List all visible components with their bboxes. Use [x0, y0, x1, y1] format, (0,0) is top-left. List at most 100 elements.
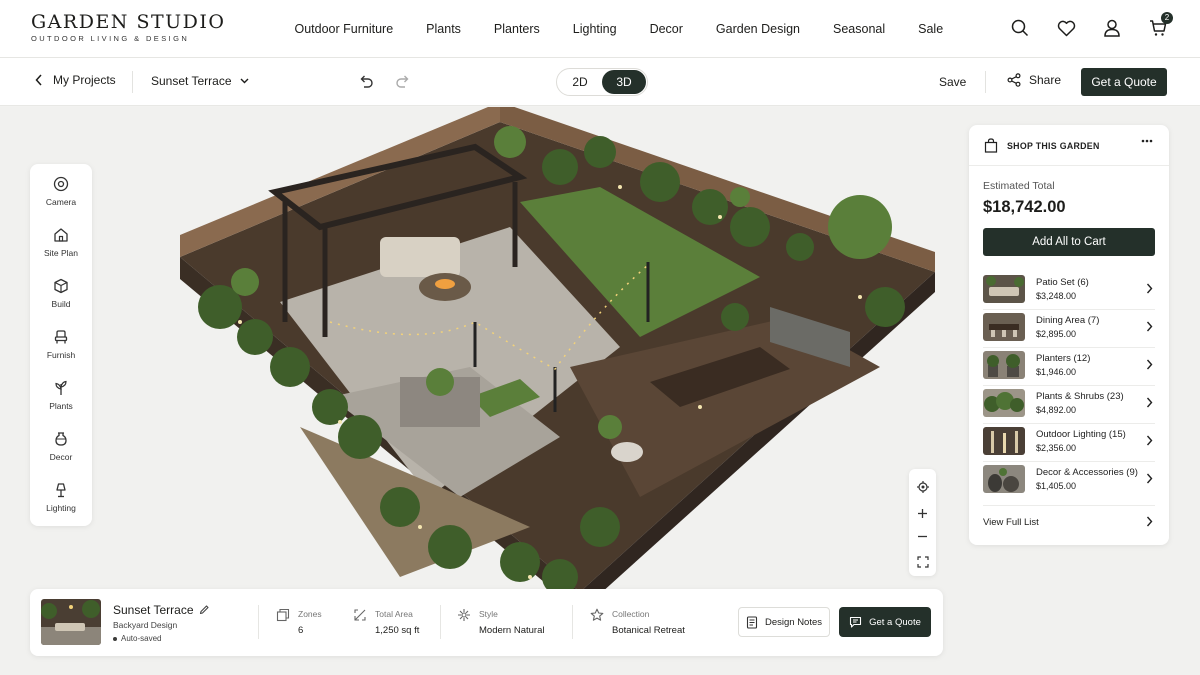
view-3d-button[interactable]: 3D [602, 70, 646, 94]
divider [983, 423, 1155, 424]
nav-item-lighting[interactable]: Lighting [556, 22, 633, 36]
heart-icon[interactable] [1056, 16, 1076, 40]
design-tools-panel: Camera Site Plan Build Furnish Plants De… [30, 164, 92, 526]
pencil-icon[interactable] [199, 604, 210, 615]
viewport-controls [909, 469, 936, 576]
shop-item-name: Planters (12) [1036, 353, 1091, 364]
tool-lighting[interactable]: Lighting [30, 482, 92, 513]
shop-item-name: Decor & Accessories (9) [1036, 467, 1138, 478]
view-2d-button[interactable]: 2D [558, 70, 602, 94]
shop-item-decor-accessories[interactable]: Decor & Accessories (9) $1,405.00 [983, 465, 1155, 495]
share-icon [1007, 73, 1021, 87]
get-quote-label: Get a Quote [869, 616, 921, 628]
autosave-status: Auto-saved [113, 634, 161, 643]
nav-item-decor[interactable]: Decor [633, 22, 699, 36]
product-thumbnail [983, 275, 1025, 303]
divider [572, 605, 573, 639]
cart-icon[interactable]: 2 [1148, 12, 1173, 40]
shop-item-price: $4,892.00 [1036, 405, 1077, 415]
stat-label: Style [479, 609, 498, 619]
design-notes-button[interactable]: Design Notes [738, 607, 830, 637]
nav-item-outdoor-furniture[interactable]: Outdoor Furniture [278, 22, 410, 36]
tool-label: Build [51, 299, 71, 309]
shop-item-name: Outdoor Lighting (15) [1036, 429, 1126, 440]
product-thumbnail [983, 389, 1025, 417]
layers-icon [276, 608, 290, 622]
view-full-list-label: View Full List [983, 517, 1039, 528]
chevron-right-icon [1146, 321, 1153, 332]
nav-item-seasonal[interactable]: Seasonal [817, 22, 902, 36]
back-to-projects-link[interactable]: My Projects [35, 73, 116, 87]
estimated-total-label: Estimated Total [983, 180, 1055, 192]
recenter-icon[interactable] [909, 475, 936, 499]
get-quote-button[interactable]: Get a Quote [839, 607, 931, 637]
project-subtitle: Backyard Design [113, 620, 178, 630]
shop-this-garden-panel: SHOP THIS GARDEN Estimated Total $18,742… [969, 125, 1169, 545]
tool-build[interactable]: Build [30, 278, 92, 309]
more-options-icon[interactable] [1141, 139, 1153, 143]
logo-tagline: OUTDOOR LIVING & DESIGN [31, 34, 190, 43]
stat-value: 6 [298, 625, 304, 636]
chevron-right-icon [1146, 397, 1153, 408]
autosave-label: Auto-saved [121, 634, 162, 643]
home-icon [54, 228, 68, 242]
vase-icon [55, 432, 67, 446]
divider [440, 605, 441, 639]
tool-furnish[interactable]: Furnish [30, 329, 92, 360]
design-notes-label: Design Notes [764, 616, 823, 628]
project-toolbar: My Projects Sunset Terrace 2D 3D Save Sh… [0, 58, 1200, 106]
tool-decor[interactable]: Decor [30, 431, 92, 462]
chevron-right-icon [1146, 516, 1153, 527]
star-icon [590, 608, 604, 621]
header-actions: 2 [1010, 12, 1173, 40]
share-button[interactable]: Share [1007, 73, 1061, 87]
tool-camera[interactable]: Camera [30, 176, 92, 207]
nav-item-garden-design[interactable]: Garden Design [699, 22, 816, 36]
stat-value: 1,250 sq ft [375, 625, 420, 636]
add-all-to-cart-button[interactable]: Add All to Cart [983, 228, 1155, 256]
notes-icon [746, 615, 758, 629]
tool-label: Lighting [46, 503, 76, 513]
shop-item-planters[interactable]: Planters (12) $1,946.00 [983, 351, 1155, 381]
shop-item-outdoor-lighting[interactable]: Outdoor Lighting (15) $2,356.00 [983, 427, 1155, 457]
estimated-total-value: $18,742.00 [983, 198, 1066, 216]
redo-icon[interactable] [396, 74, 410, 93]
shop-item-plants-shrubs[interactable]: Plants & Shrubs (23) $4,892.00 [983, 389, 1155, 419]
nav-item-sale[interactable]: Sale [902, 22, 960, 36]
save-button[interactable]: Save [939, 75, 966, 89]
tool-plants[interactable]: Plants [30, 380, 92, 411]
main-nav: Outdoor Furniture Plants Planters Lighti… [278, 0, 960, 58]
undo-icon[interactable] [359, 74, 373, 93]
shop-item-patio-set[interactable]: Patio Set (6) $3,248.00 [983, 275, 1155, 305]
stat-value: Botanical Retreat [612, 625, 685, 636]
get-quote-button[interactable]: Get a Quote [1081, 68, 1167, 96]
product-thumbnail [983, 313, 1025, 341]
divider [983, 505, 1155, 506]
shop-item-price: $3,248.00 [1036, 291, 1077, 301]
toolbar-divider [985, 71, 986, 93]
chevron-left-icon [35, 74, 42, 86]
zoom-out-icon[interactable] [909, 524, 936, 548]
fullscreen-icon[interactable] [909, 550, 936, 574]
white-planter [611, 442, 643, 462]
tool-site-plan[interactable]: Site Plan [30, 227, 92, 258]
nav-item-plants[interactable]: Plants [410, 22, 478, 36]
tool-label: Camera [45, 197, 77, 207]
logo[interactable]: GARDEN STUDIO OUTDOOR LIVING & DESIGN [31, 12, 226, 44]
zoom-in-icon[interactable] [909, 501, 936, 525]
project-selector[interactable]: Sunset Terrace [151, 74, 249, 88]
shop-item-price: $2,895.00 [1036, 329, 1077, 339]
product-thumbnail [983, 465, 1025, 493]
search-icon[interactable] [1010, 16, 1030, 40]
view-full-list-link[interactable]: View Full List [983, 516, 1155, 528]
user-icon[interactable] [1102, 16, 1122, 40]
nav-item-planters[interactable]: Planters [477, 22, 556, 36]
shop-item-dining-area[interactable]: Dining Area (7) $2,895.00 [983, 313, 1155, 343]
stat-label: Collection [612, 609, 650, 619]
shop-item-price: $1,946.00 [1036, 367, 1077, 377]
shop-item-name: Plants & Shrubs (23) [1036, 391, 1124, 402]
project-thumbnail[interactable] [41, 599, 101, 645]
lamp-icon [56, 483, 66, 498]
chair-icon [54, 330, 68, 344]
status-dot [113, 636, 117, 641]
